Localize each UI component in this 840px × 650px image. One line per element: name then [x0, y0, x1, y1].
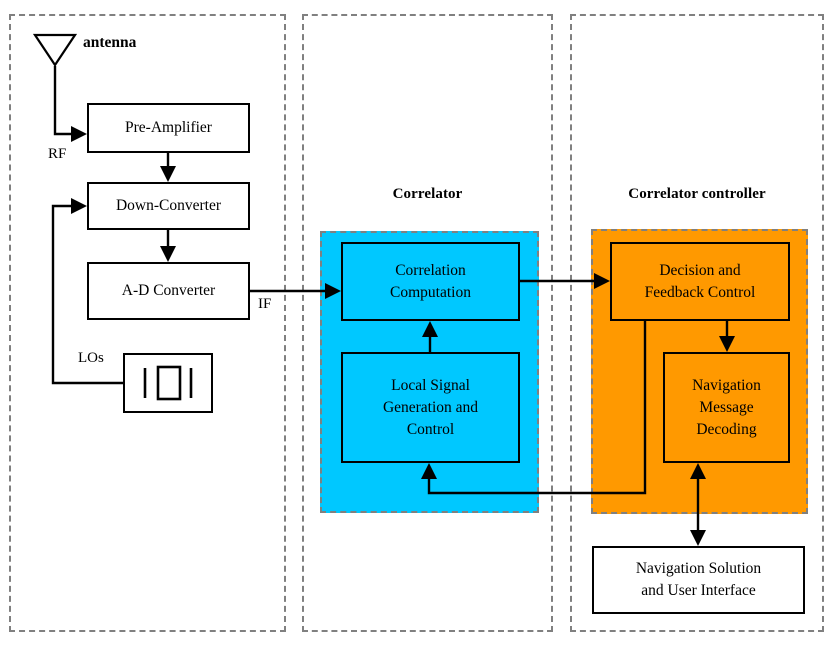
- connector-los-to-downconv: [51, 204, 123, 385]
- arrowhead-feedback-to-localsignal: [421, 463, 437, 479]
- arrowhead-localsignal-to-correlation: [422, 321, 438, 337]
- arrowhead-downconv-to-adc: [160, 246, 176, 262]
- arrowhead-los-to-downconv: [71, 198, 87, 214]
- arrowhead-correlation-to-decision: [594, 273, 610, 289]
- connector-layer: [51, 66, 735, 546]
- arrowhead-antenna-to-preamp: [71, 126, 87, 142]
- arrowhead-navsolution-to-navdecoding: [690, 463, 706, 479]
- connector-antenna-to-preamp: [53, 66, 79, 136]
- diagram-canvas: Correlator Correlator controller antenna…: [0, 0, 840, 650]
- arrowhead-decision-to-navdecoding: [719, 336, 735, 352]
- arrowhead-preamp-to-downconv: [160, 166, 176, 182]
- arrowhead-adc-to-correlation: [325, 283, 341, 299]
- arrowhead-navdecoding-to-navsolution: [690, 530, 706, 546]
- connector-feedback-to-localsignal: [427, 321, 647, 495]
